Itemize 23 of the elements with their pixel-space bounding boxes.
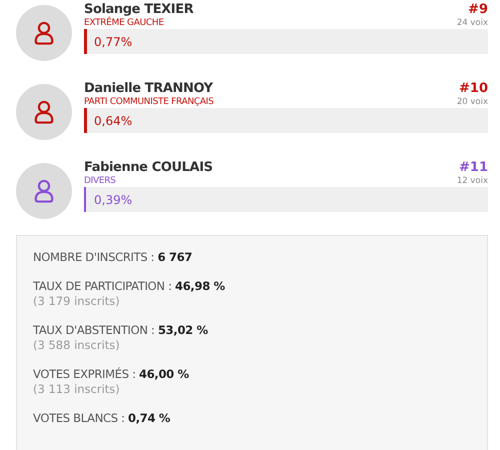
percentage: 0,77% — [94, 34, 132, 48]
party-name: EXTRÊME GAUCHE — [84, 18, 165, 29]
stat-line: NOMBRE D'INSCRITS : 6 767 — [33, 250, 194, 265]
rank: #11 — [459, 160, 488, 176]
stat-line: VOTES EXPRIMÉS : 46,00 % — [33, 367, 190, 382]
percentage: 0,64% — [94, 114, 132, 128]
party-name: PARTI COMMUNISTE FRANÇAIS — [84, 97, 214, 108]
stat-line: TAUX D'ABSTENTION : 53,02 % — [33, 323, 209, 338]
candidate-name: Solange TEXIER — [84, 2, 194, 17]
stat-detail: (3 113 inscrits) — [33, 382, 121, 397]
stat-line: VOTES BLANCS : 0,74 % — [33, 411, 172, 426]
vote-count: 20 voix — [456, 97, 488, 108]
vote-count: 12 voix — [456, 176, 488, 187]
candidate-name: Danielle TRANNOY — [84, 81, 214, 97]
stat-line: TAUX DE PARTICIPATION : 46,98 % — [33, 279, 226, 294]
party-name: DIVERS — [84, 176, 117, 187]
rank: #10 — [459, 81, 488, 97]
vote-count: 24 voix — [456, 18, 488, 29]
candidate-name: Fabienne COULAIS — [84, 160, 213, 176]
percentage: 0,39% — [94, 192, 132, 206]
stat-detail: (3 179 inscrits) — [33, 294, 121, 309]
stat-detail: (3 588 inscrits) — [33, 338, 121, 353]
rank: #9 — [468, 2, 488, 18]
